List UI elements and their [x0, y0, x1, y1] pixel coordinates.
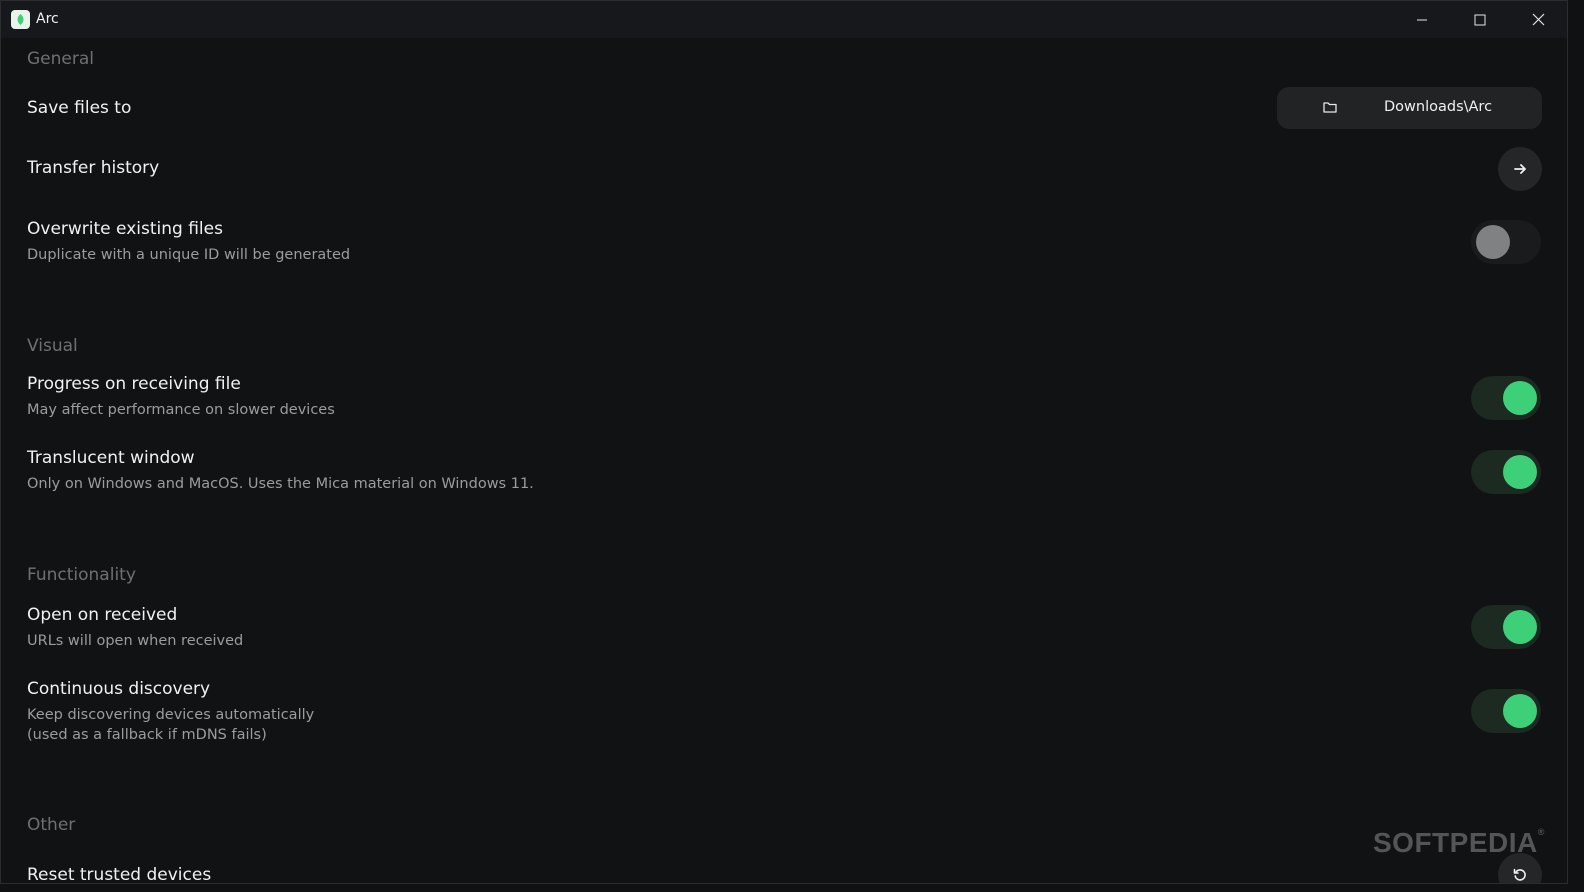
progress-description: May affect performance on slower devices: [27, 402, 335, 418]
minimize-button[interactable]: [1394, 1, 1450, 38]
maximize-icon: [1474, 14, 1486, 25]
softpedia-watermark: SOFTPEDIA®: [1373, 827, 1545, 858]
progress-label: Progress on receiving file: [27, 374, 241, 394]
translucent-toggle[interactable]: [1471, 450, 1541, 494]
progress-toggle[interactable]: [1471, 376, 1541, 420]
overwrite-description: Duplicate with a unique ID will be gener…: [27, 247, 351, 263]
transfer-history-button[interactable]: [1498, 147, 1542, 191]
folder-icon: [1323, 102, 1337, 113]
reset-trusted-label: Reset trusted devices: [27, 865, 212, 884]
close-icon: [1532, 13, 1544, 26]
transfer-history-label: Transfer history: [27, 158, 160, 178]
translucent-label: Translucent window: [27, 448, 195, 468]
overwrite-label: Overwrite existing files: [27, 219, 223, 239]
toggle-knob: [1503, 694, 1537, 728]
maximize-button[interactable]: [1452, 1, 1508, 38]
reset-icon: [1513, 868, 1526, 881]
open-on-received-description: URLs will open when received: [27, 633, 244, 649]
continuous-discovery-description-1: Keep discovering devices automatically: [27, 707, 315, 723]
open-on-received-label: Open on received: [27, 605, 178, 625]
continuous-discovery-toggle[interactable]: [1471, 689, 1541, 733]
overwrite-toggle[interactable]: [1471, 220, 1541, 264]
translucent-description: Only on Windows and MacOS. Uses the Mica…: [27, 476, 534, 492]
arrow-right-icon: [1514, 164, 1526, 174]
toggle-knob: [1476, 225, 1510, 259]
save-files-label: Save files to: [27, 98, 132, 118]
app-window: Arc General Save files to Downloads\Arc …: [0, 0, 1568, 884]
section-title-other: Other: [27, 815, 76, 835]
minimize-icon: [1417, 19, 1427, 20]
continuous-discovery-label: Continuous discovery: [27, 679, 211, 699]
section-title-functionality: Functionality: [27, 565, 136, 585]
save-location-path: Downloads\Arc: [1384, 99, 1493, 115]
toggle-knob: [1503, 455, 1537, 489]
section-title-visual: Visual: [27, 336, 78, 356]
app-logo-icon: [11, 10, 30, 29]
continuous-discovery-description-2: (used as a fallback if mDNS fails): [27, 727, 267, 743]
window-title: Arc: [36, 11, 59, 27]
save-location-button[interactable]: Downloads\Arc: [1277, 87, 1542, 129]
open-on-received-toggle[interactable]: [1471, 605, 1541, 649]
toggle-knob: [1503, 381, 1537, 415]
title-bar[interactable]: Arc: [1, 1, 1567, 38]
section-title-general: General: [27, 49, 94, 69]
close-button[interactable]: [1510, 1, 1566, 38]
toggle-knob: [1503, 610, 1537, 644]
